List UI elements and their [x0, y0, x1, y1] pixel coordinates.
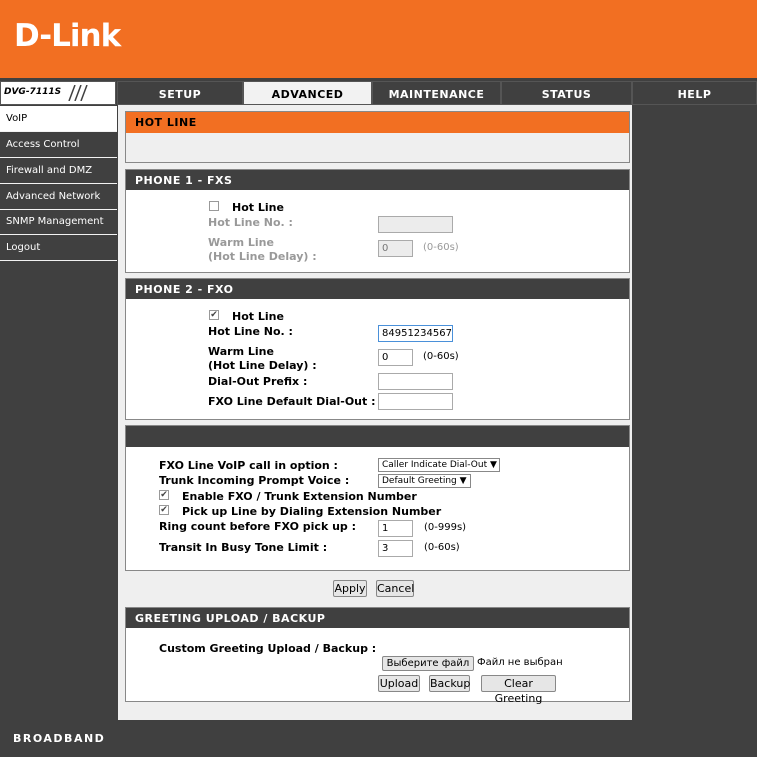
ring-count-input[interactable]: 1	[378, 520, 413, 537]
fxs-warm-range: (0-60s)	[423, 242, 459, 253]
sidebar-item-advanced-network[interactable]: Advanced Network	[0, 184, 117, 210]
sidebar-item-snmp[interactable]: SNMP Management	[0, 209, 117, 235]
model-name: DVG-7111S	[4, 87, 62, 97]
apply-button[interactable]: Apply	[333, 580, 367, 597]
main-content: HOT LINE PHONE 1 - FXS Hot Line Hot Line…	[118, 105, 632, 720]
voip-call-value: Caller Indicate Dial-Out	[382, 460, 488, 470]
slashes-icon	[68, 85, 88, 101]
fxo-number-label: Hot Line No. :	[208, 325, 293, 338]
fxo-options-section: FXO Line VoIP call in option : Caller In…	[125, 425, 630, 571]
prompt-voice-value: Default Greeting	[382, 476, 457, 486]
hotline-section: HOT LINE	[125, 111, 630, 163]
fxo-hotline-checkbox[interactable]: ✔	[209, 310, 219, 320]
sidebar-item-logout[interactable]: Logout	[0, 235, 117, 261]
help-column	[632, 105, 757, 717]
voip-call-label: FXO Line VoIP call in option :	[159, 459, 338, 472]
fxo-number-input[interactable]: 84951234567	[378, 325, 453, 342]
pickup-label: Pick up Line by Dialing Extension Number	[182, 505, 442, 518]
phone1-fxs-section: PHONE 1 - FXS Hot Line Hot Line No. : Wa…	[125, 169, 630, 273]
prompt-voice-label: Trunk Incoming Prompt Voice :	[159, 474, 350, 487]
busy-limit-input[interactable]: 3	[378, 540, 413, 557]
fxo-hotline-label: Hot Line	[232, 310, 284, 323]
phone2-fxo-section: PHONE 2 - FXO ✔ Hot Line Hot Line No. : …	[125, 278, 630, 420]
fxo-warm-label-2: (Hot Line Delay) :	[208, 359, 317, 372]
fxo-default-label: FXO Line Default Dial-Out :	[208, 395, 376, 408]
sidebar-item-access-control[interactable]: Access Control	[0, 132, 117, 158]
section-title: PHONE 2 - FXO	[126, 279, 629, 299]
section-title: GREETING UPLOAD / BACKUP	[126, 608, 629, 628]
footer: BROADBAND	[0, 720, 757, 757]
tab-help[interactable]: HELP	[632, 81, 757, 105]
upload-button[interactable]: Upload	[378, 675, 420, 692]
ext-number-label: Enable FXO / Trunk Extension Number	[182, 490, 417, 503]
sidebar-item-voip[interactable]: VoIP	[0, 106, 117, 132]
tab-status[interactable]: STATUS	[501, 81, 632, 105]
no-file-text: Файл не выбран	[477, 657, 563, 668]
pickup-checkbox[interactable]: ✔	[159, 505, 169, 515]
header-banner: D-Link	[0, 0, 757, 78]
dlink-logo: D-Link	[14, 18, 121, 54]
fxs-warm-label-2: (Hot Line Delay) :	[208, 250, 317, 263]
tab-setup[interactable]: SETUP	[117, 81, 243, 105]
sidebar: VoIP Access Control Firewall and DMZ Adv…	[0, 105, 117, 717]
fxo-default-input[interactable]	[378, 393, 453, 410]
fxs-warm-label: Warm Line	[208, 236, 274, 249]
ring-count-label: Ring count before FXO pick up :	[159, 520, 357, 533]
greeting-label: Custom Greeting Upload / Backup :	[159, 642, 377, 655]
fxs-number-input[interactable]	[378, 216, 453, 233]
fxo-warm-input[interactable]: 0	[378, 349, 413, 366]
tab-maintenance[interactable]: MAINTENANCE	[372, 81, 501, 105]
choose-file-button[interactable]: Выберите файл	[382, 656, 474, 671]
backup-button[interactable]: Backup	[429, 675, 470, 692]
section-title	[126, 426, 629, 447]
fxo-warm-label: Warm Line	[208, 345, 274, 358]
tab-advanced[interactable]: ADVANCED	[243, 81, 372, 105]
busy-limit-range: (0-60s)	[424, 542, 460, 553]
clear-greeting-button[interactable]: Clear Greeting	[481, 675, 556, 705]
chevron-down-icon: ▼	[490, 460, 497, 470]
chevron-down-icon: ▼	[459, 476, 467, 486]
cancel-button[interactable]: Cancel	[376, 580, 414, 597]
section-title: PHONE 1 - FXS	[126, 170, 629, 190]
fxs-number-label: Hot Line No. :	[208, 216, 293, 229]
busy-limit-label: Transit In Busy Tone Limit :	[159, 541, 328, 554]
section-title: HOT LINE	[126, 112, 629, 133]
fxs-warm-input[interactable]: 0	[378, 240, 413, 257]
ext-number-checkbox[interactable]: ✔	[159, 490, 169, 500]
broadband-label: BROADBAND	[13, 732, 106, 745]
fxo-warm-range: (0-60s)	[423, 351, 459, 362]
sidebar-item-firewall-dmz[interactable]: Firewall and DMZ	[0, 158, 117, 184]
greeting-section: GREETING UPLOAD / BACKUP Custom Greeting…	[125, 607, 630, 705]
prompt-voice-select[interactable]: Default Greeting ▼	[378, 474, 471, 488]
ring-count-range: (0-999s)	[424, 522, 467, 533]
fxo-prefix-input[interactable]	[378, 373, 453, 390]
fxs-hotline-checkbox[interactable]	[209, 201, 219, 211]
model-badge: DVG-7111S	[0, 81, 116, 105]
fxo-prefix-label: Dial-Out Prefix :	[208, 375, 308, 388]
fxs-hotline-label: Hot Line	[232, 201, 284, 214]
voip-call-select[interactable]: Caller Indicate Dial-Out ▼	[378, 458, 500, 472]
